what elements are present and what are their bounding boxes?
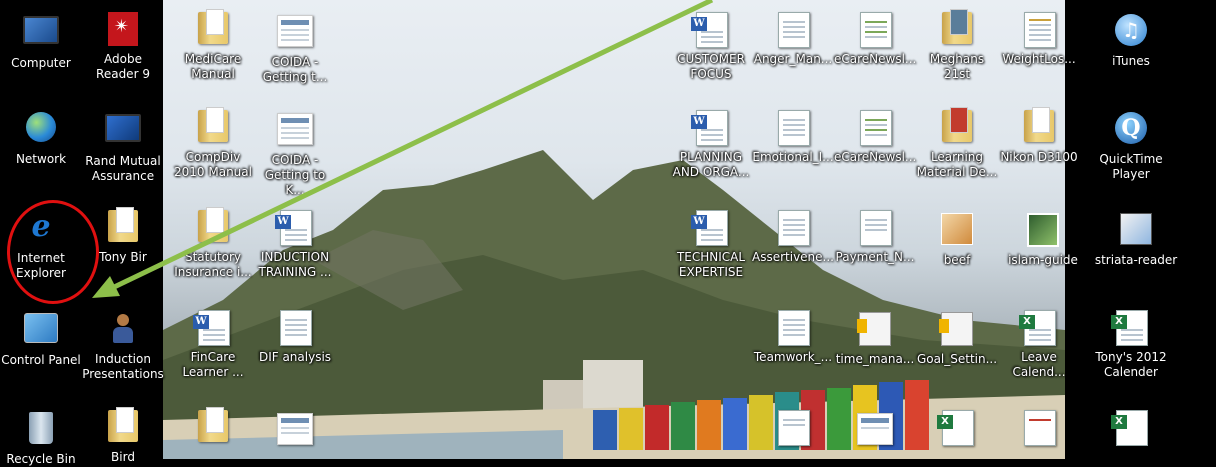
annotation-arrow	[92, 0, 714, 298]
